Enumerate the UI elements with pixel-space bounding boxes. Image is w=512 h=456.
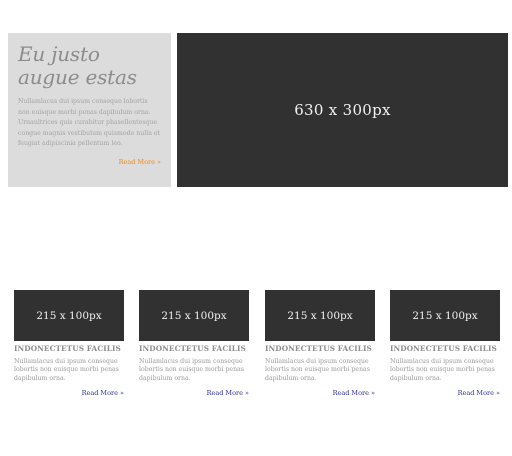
card-description: Nullamlacus dui ipsum conseque lobortis … — [390, 358, 495, 382]
card-image-placeholder[interactable]: 215 x 100px — [139, 290, 249, 341]
featured-image-placeholder[interactable]: 630 x 300px — [177, 33, 508, 187]
featured-caption-panel: Eu justo augue estas Nullamlacus dui ips… — [8, 33, 171, 187]
card-image-placeholder[interactable]: 215 x 100px — [390, 290, 500, 341]
card-read-more-link[interactable]: Read More » — [390, 389, 500, 397]
card-description: Nullamlacus dui ipsum conseque lobortis … — [265, 358, 370, 382]
card: 215 x 100px INDONECTETUS FACILIS Nullaml… — [14, 290, 124, 397]
card-grid: 215 x 100px INDONECTETUS FACILIS Nullaml… — [14, 290, 504, 410]
card-title: INDONECTETUS FACILIS — [14, 344, 121, 353]
card: 215 x 100px INDONECTETUS FACILIS Nullaml… — [139, 290, 249, 397]
featured-slider: Eu justo augue estas Nullamlacus dui ips… — [8, 33, 508, 187]
card-title: INDONECTETUS FACILIS — [265, 344, 372, 353]
card: 215 x 100px INDONECTETUS FACILIS Nullaml… — [265, 290, 375, 397]
card-image-placeholder[interactable]: 215 x 100px — [14, 290, 124, 341]
featured-title: Eu justo augue estas — [18, 42, 137, 89]
card-read-more-link[interactable]: Read More » — [265, 389, 375, 397]
card-image-placeholder[interactable]: 215 x 100px — [265, 290, 375, 341]
card: 215 x 100px INDONECTETUS FACILIS Nullaml… — [390, 290, 500, 397]
featured-read-more-link[interactable]: Read More » — [119, 158, 161, 166]
featured-image-size-label: 630 x 300px — [294, 101, 391, 119]
card-image-size-label: 215 x 100px — [161, 309, 227, 322]
card-image-size-label: 215 x 100px — [412, 309, 478, 322]
featured-description: Nullamlacus dui ipsum conseque lobortis … — [18, 98, 160, 147]
card-title: INDONECTETUS FACILIS — [139, 344, 246, 353]
card-image-size-label: 215 x 100px — [36, 309, 102, 322]
card-read-more-link[interactable]: Read More » — [139, 389, 249, 397]
card-description: Nullamlacus dui ipsum conseque lobortis … — [14, 358, 119, 382]
card-image-size-label: 215 x 100px — [287, 309, 353, 322]
card-description: Nullamlacus dui ipsum conseque lobortis … — [139, 358, 244, 382]
card-read-more-link[interactable]: Read More » — [14, 389, 124, 397]
card-title: INDONECTETUS FACILIS — [390, 344, 497, 353]
